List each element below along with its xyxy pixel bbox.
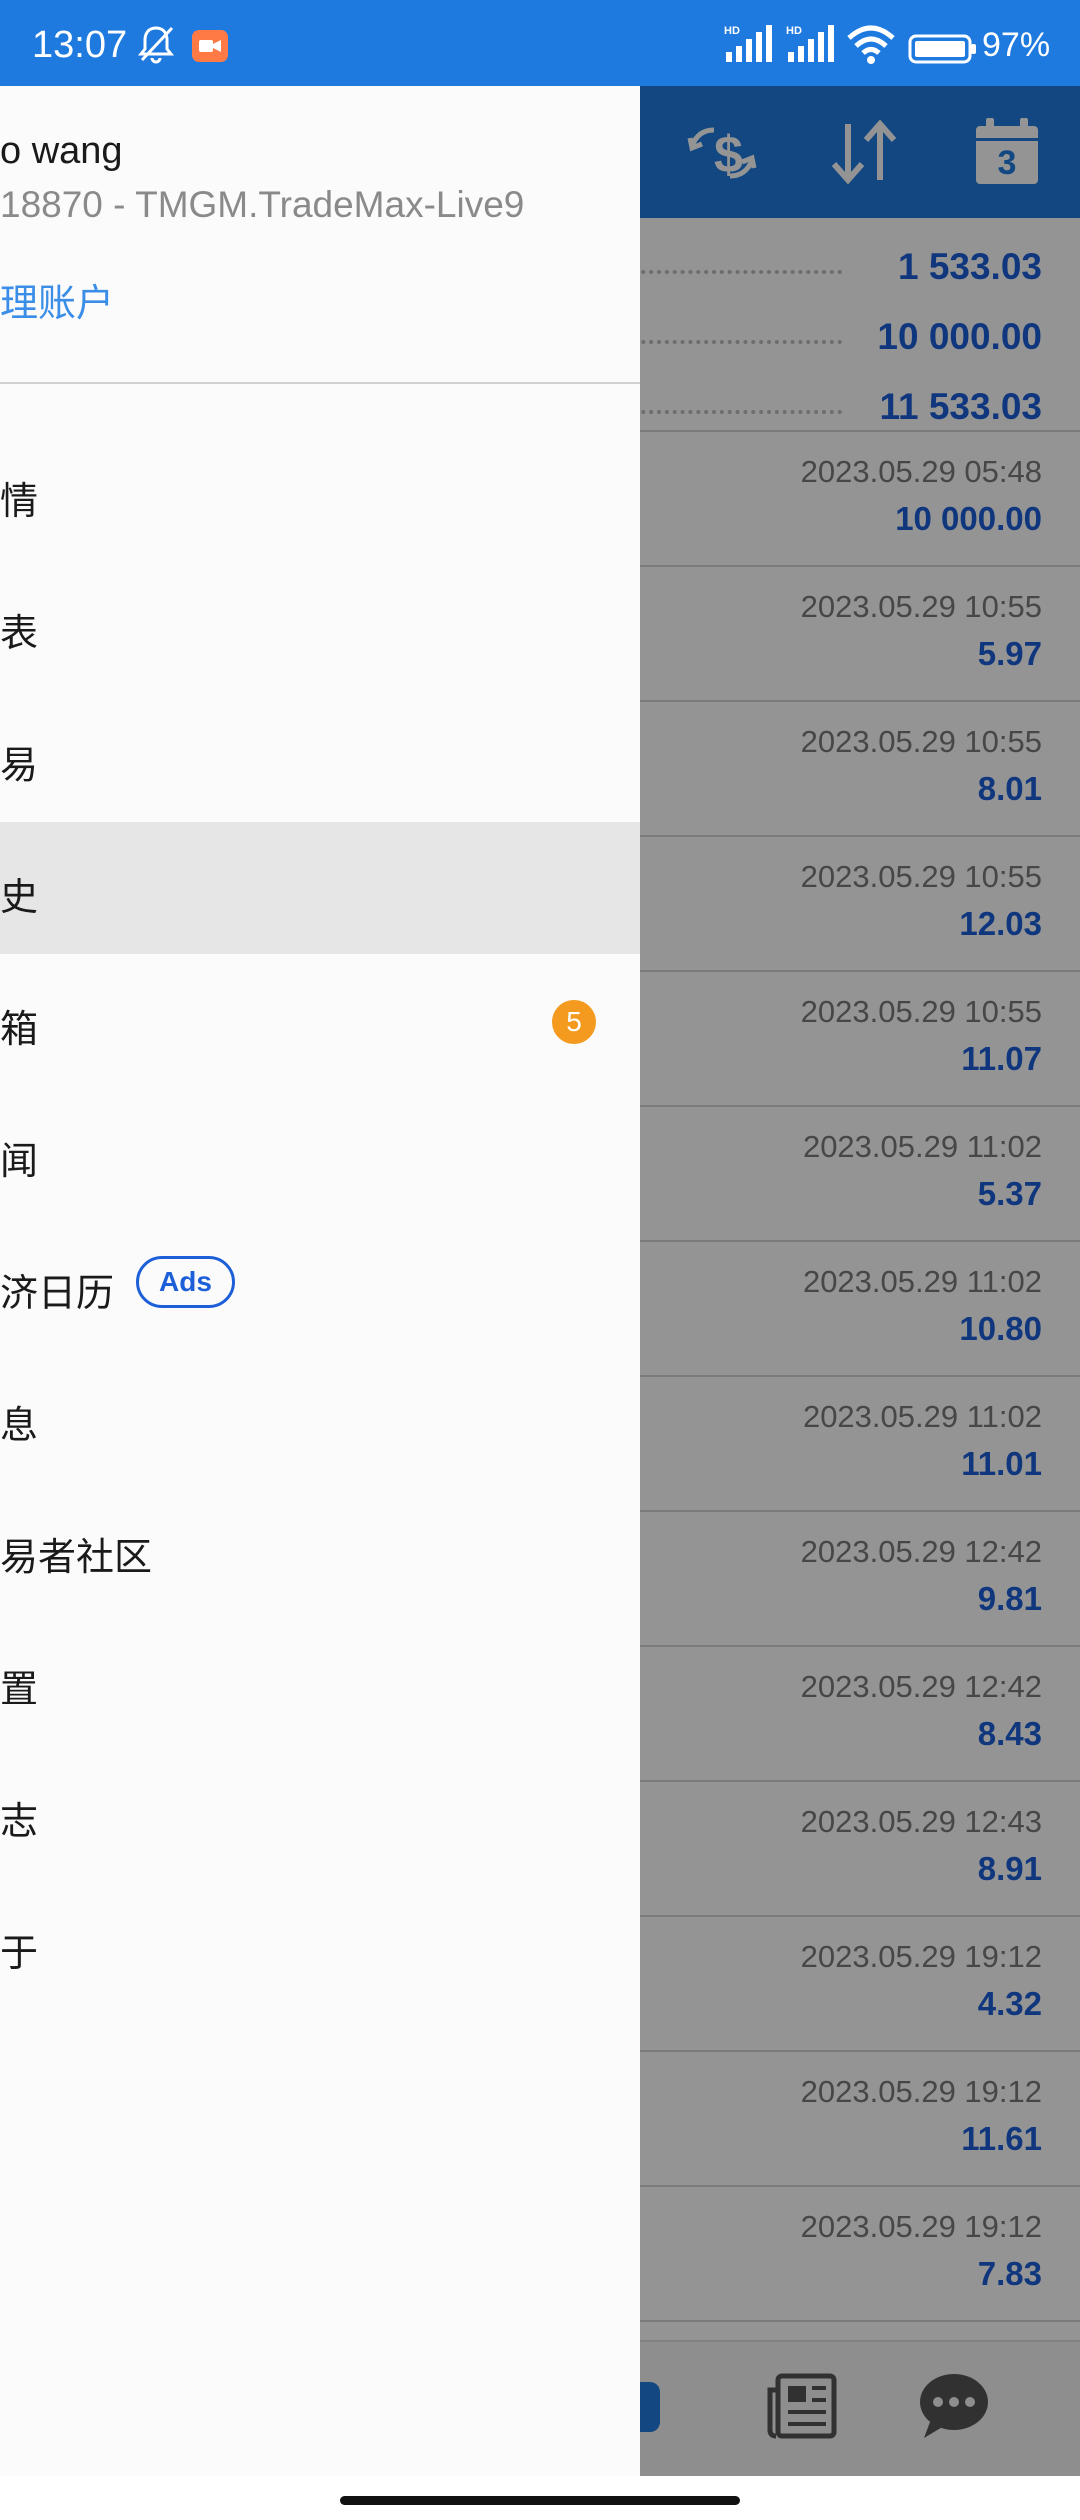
hd-signal-icon: HD: [784, 22, 838, 70]
drawer-menu-item[interactable]: 于: [0, 1878, 640, 2010]
mute-bell-icon: [134, 22, 178, 70]
gesture-bar: [0, 2476, 1080, 2520]
manage-accounts-link[interactable]: 理账户: [0, 272, 114, 327]
drawer-menu-item[interactable]: 息: [0, 1350, 640, 1482]
svg-text:HD: HD: [786, 25, 802, 37]
menu-item-label: 于: [0, 1931, 39, 1975]
menu-item-label: 易者社区: [0, 1535, 153, 1579]
drawer-menu-item[interactable]: 史: [0, 822, 640, 954]
menu-item-label: 置: [0, 1667, 39, 1711]
account-name: o wang: [0, 130, 123, 172]
home-indicator[interactable]: [340, 2496, 740, 2505]
account-server: 18870 - TMGM.TradeMax-Live9: [0, 184, 525, 225]
menu-item-label: 箱: [0, 1007, 39, 1051]
battery-percentage: 97%: [982, 26, 1051, 64]
menu-item-label: 史: [0, 875, 39, 919]
drawer-header: o wang 18870 - TMGM.TradeMax-Live9 理账户: [0, 86, 640, 386]
menu-item-label: 息: [0, 1403, 39, 1447]
menu-item-label: 济日历: [0, 1271, 115, 1315]
drawer-menu: 情表易史箱 5 闻济日历 Ads 息易者社区置志于: [0, 426, 640, 2010]
menu-item-label: 闻: [0, 1139, 39, 1183]
status-bar: 13:07 HD HD 97%: [0, 0, 1080, 86]
divider: [0, 382, 640, 384]
drawer-menu-item[interactable]: 置: [0, 1614, 640, 1746]
ads-tag: Ads: [136, 1256, 235, 1308]
drawer-menu-item[interactable]: 闻: [0, 1086, 640, 1218]
menu-item-label: 易: [0, 743, 39, 787]
drawer-menu-item[interactable]: 表: [0, 558, 640, 690]
drawer-menu-item[interactable]: 志: [0, 1746, 640, 1878]
hd-signal-icon: HD: [722, 22, 776, 70]
battery-icon: [908, 34, 978, 68]
status-time: 13:07: [32, 24, 128, 66]
drawer-menu-item[interactable]: 易: [0, 690, 640, 822]
drawer-menu-item[interactable]: 易者社区: [0, 1482, 640, 1614]
screen-record-icon: [192, 30, 228, 66]
menu-item-label: 志: [0, 1799, 39, 1843]
drawer-menu-item[interactable]: 箱5: [0, 954, 640, 1086]
wifi-icon: [846, 22, 896, 70]
menu-item-label: 情: [0, 479, 39, 523]
svg-text:HD: HD: [724, 25, 740, 37]
menu-item-label: 表: [0, 611, 39, 655]
drawer-menu-item[interactable]: 济日历 Ads: [0, 1218, 640, 1350]
navigation-drawer: o wang 18870 - TMGM.TradeMax-Live9 理账户 情…: [0, 86, 640, 2476]
unread-count-badge: 5: [552, 1000, 596, 1044]
drawer-menu-item[interactable]: 情: [0, 426, 640, 558]
